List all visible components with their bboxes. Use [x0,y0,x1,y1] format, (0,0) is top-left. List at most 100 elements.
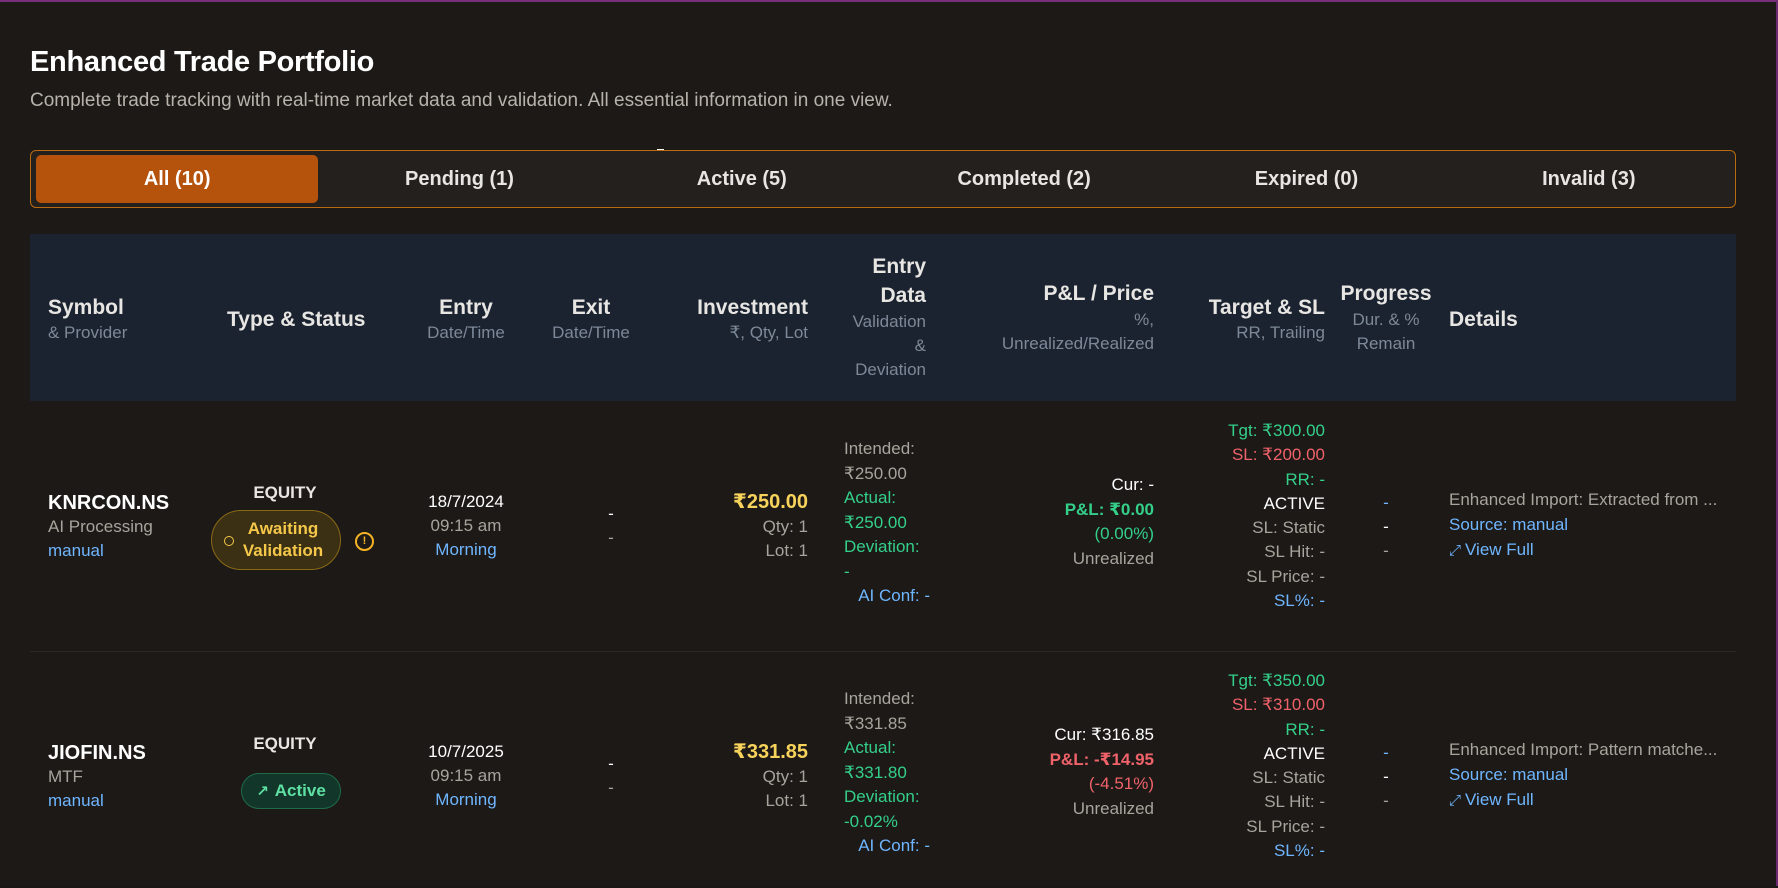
type-label: EQUITY [253,483,317,502]
target-sl-cell: Tgt: ₹300.00 SL: ₹200.00 RR: - ACTIVE SL… [1170,419,1325,613]
intended-value: ₹250.00 [844,463,907,483]
exit-cell: - - [553,752,669,800]
column-subtitle: Remain [1356,334,1416,353]
view-full-link[interactable]: ⤢ View Full [1449,537,1729,563]
column-entry-data[interactable]: Entry Data Validation & Deviation [820,252,926,382]
actual-label: Actual: [844,738,896,757]
target-sl-cell: Tgt: ₹350.00 SL: ₹310.00 RR: - ACTIVE SL… [1170,669,1325,863]
column-type-status[interactable]: Type & Status [227,308,365,332]
column-details[interactable]: Details [1449,308,1518,332]
current-price: Cur: - [1111,475,1155,494]
detail-text: Enhanced Import: Extracted from ... [1449,490,1718,509]
column-title: Data [880,284,926,307]
column-progress[interactable]: Progress Dur. & % Remain [1330,282,1442,356]
tab-all[interactable]: All (10) [36,155,319,203]
investment-amount: ₹250.00 [732,491,808,513]
trending-up-icon: ↗ [256,783,269,800]
column-subtitle: Validation [852,312,926,331]
table-row[interactable]: KNRCON.NS AI Processing manual EQUITY Aw… [30,401,1736,651]
entry-time: 09:15 am [430,516,502,535]
view-full-label: View Full [1465,540,1534,559]
trade-state: ACTIVE [1263,493,1325,513]
warning-icon[interactable]: ! [355,532,374,551]
progress-duration: - [1383,743,1389,762]
entry-data-cell: Intended: ₹250.00 Actual: ₹250.00 Deviat… [844,437,954,609]
exit-date: - [608,754,614,773]
intended-label: Intended: [844,439,915,458]
actual-value: ₹331.80 [844,762,907,782]
page-subtitle: Complete trade tracking with real-time m… [30,90,893,111]
expand-icon: ⤢ [1449,542,1462,559]
column-title: Symbol [48,296,124,319]
column-title: P&L / Price [1043,282,1155,305]
exit-date: - [608,504,614,523]
sl-price: SL Price: - [1246,566,1325,586]
lot: Lot: 1 [765,791,808,810]
stop-loss: SL: ₹200.00 [1231,445,1325,465]
app-window: Enhanced Trade Portfolio Complete trade … [0,0,1778,886]
pnl-cell: Cur: - P&L: ₹0.00 (0.00%) Unrealized [960,473,1154,571]
actual-label: Actual: [844,488,896,507]
table-header: Symbol & Provider Type & Status Entry Da… [30,234,1736,401]
entry-date: 10/7/2025 [428,742,504,761]
exit-time: - [608,528,614,547]
entry-date: 18/7/2024 [428,492,504,511]
pnl-type: Unrealized [1072,548,1154,568]
quantity: Qty: 1 [762,767,808,786]
progress-percent: - [1383,517,1389,536]
progress-cell: - - - [1366,491,1406,563]
entry-session: Morning [435,540,497,559]
tab-active[interactable]: Active (5) [601,155,883,203]
symbol-cell: KNRCON.NS AI Processing manual [48,491,169,563]
detail-text: Enhanced Import: Pattern matche... [1449,740,1718,759]
tab-pending[interactable]: Pending (1) [318,155,600,203]
progress-percent: - [1383,767,1389,786]
source: manual [48,791,104,810]
detail-source: Source: manual [1449,765,1569,784]
symbol: KNRCON.NS [48,492,170,514]
progress-remain: - [1383,541,1389,560]
table-row[interactable]: JIOFIN.NS MTF manual EQUITY ↗ Active 10/… [30,652,1736,888]
tab-expired[interactable]: Expired (0) [1165,155,1447,203]
details-cell: Enhanced Import: Pattern matche... Sourc… [1449,737,1729,813]
column-subtitle: & Provider [48,323,128,342]
entry-cell: 10/7/2025 09:15 am Morning [408,740,524,812]
tab-completed[interactable]: Completed (2) [883,155,1165,203]
intended-label: Intended: [844,689,915,708]
deviation-label: Deviation: [844,787,920,806]
lot: Lot: 1 [765,541,808,560]
view-full-link[interactable]: ⤢ View Full [1449,787,1729,813]
status-badge: ↗ Active [241,773,341,809]
column-pnl[interactable]: P&L / Price %, Unrealized/Realized [940,282,1154,356]
deviation-value: -0.02% [844,811,898,831]
provider: MTF [48,767,83,786]
current-price: Cur: ₹316.85 [1054,725,1154,744]
tab-invalid[interactable]: Invalid (3) [1448,155,1730,203]
quantity: Qty: 1 [762,517,808,536]
column-subtitle: & [914,336,926,355]
expand-icon: ⤢ [1449,792,1462,809]
column-subtitle: %, [1134,310,1154,329]
symbol-cell: JIOFIN.NS MTF manual [48,741,146,813]
column-exit[interactable]: Exit Date/Time [533,296,649,343]
status-badge: Awaiting Validation [211,510,341,570]
sl-price: SL Price: - [1246,816,1325,836]
details-cell: Enhanced Import: Extracted from ... Sour… [1449,487,1729,563]
column-target-sl[interactable]: Target & SL RR, Trailing [1170,296,1325,343]
ai-confidence: AI Conf: - [858,836,930,855]
pnl-percent: (0.00%) [1094,524,1154,543]
column-subtitle: ₹, Qty, Lot [729,323,808,342]
column-symbol[interactable]: Symbol & Provider [48,296,127,343]
pnl-value: P&L: ₹0.00 [1064,499,1154,519]
column-entry[interactable]: Entry Date/Time [408,296,524,343]
column-title: Entry [872,255,926,278]
pnl-value: P&L: -₹14.95 [1049,749,1154,769]
intended-value: ₹331.85 [844,713,907,733]
column-subtitle: Deviation [855,360,926,379]
column-investment[interactable]: Investment ₹, Qty, Lot [670,296,808,343]
risk-reward: RR: - [1285,719,1325,739]
column-title: Target & SL [1208,296,1325,319]
ai-confidence: AI Conf: - [858,586,930,605]
sl-hit: SL Hit: - [1264,792,1325,812]
investment-amount: ₹331.85 [732,741,808,763]
